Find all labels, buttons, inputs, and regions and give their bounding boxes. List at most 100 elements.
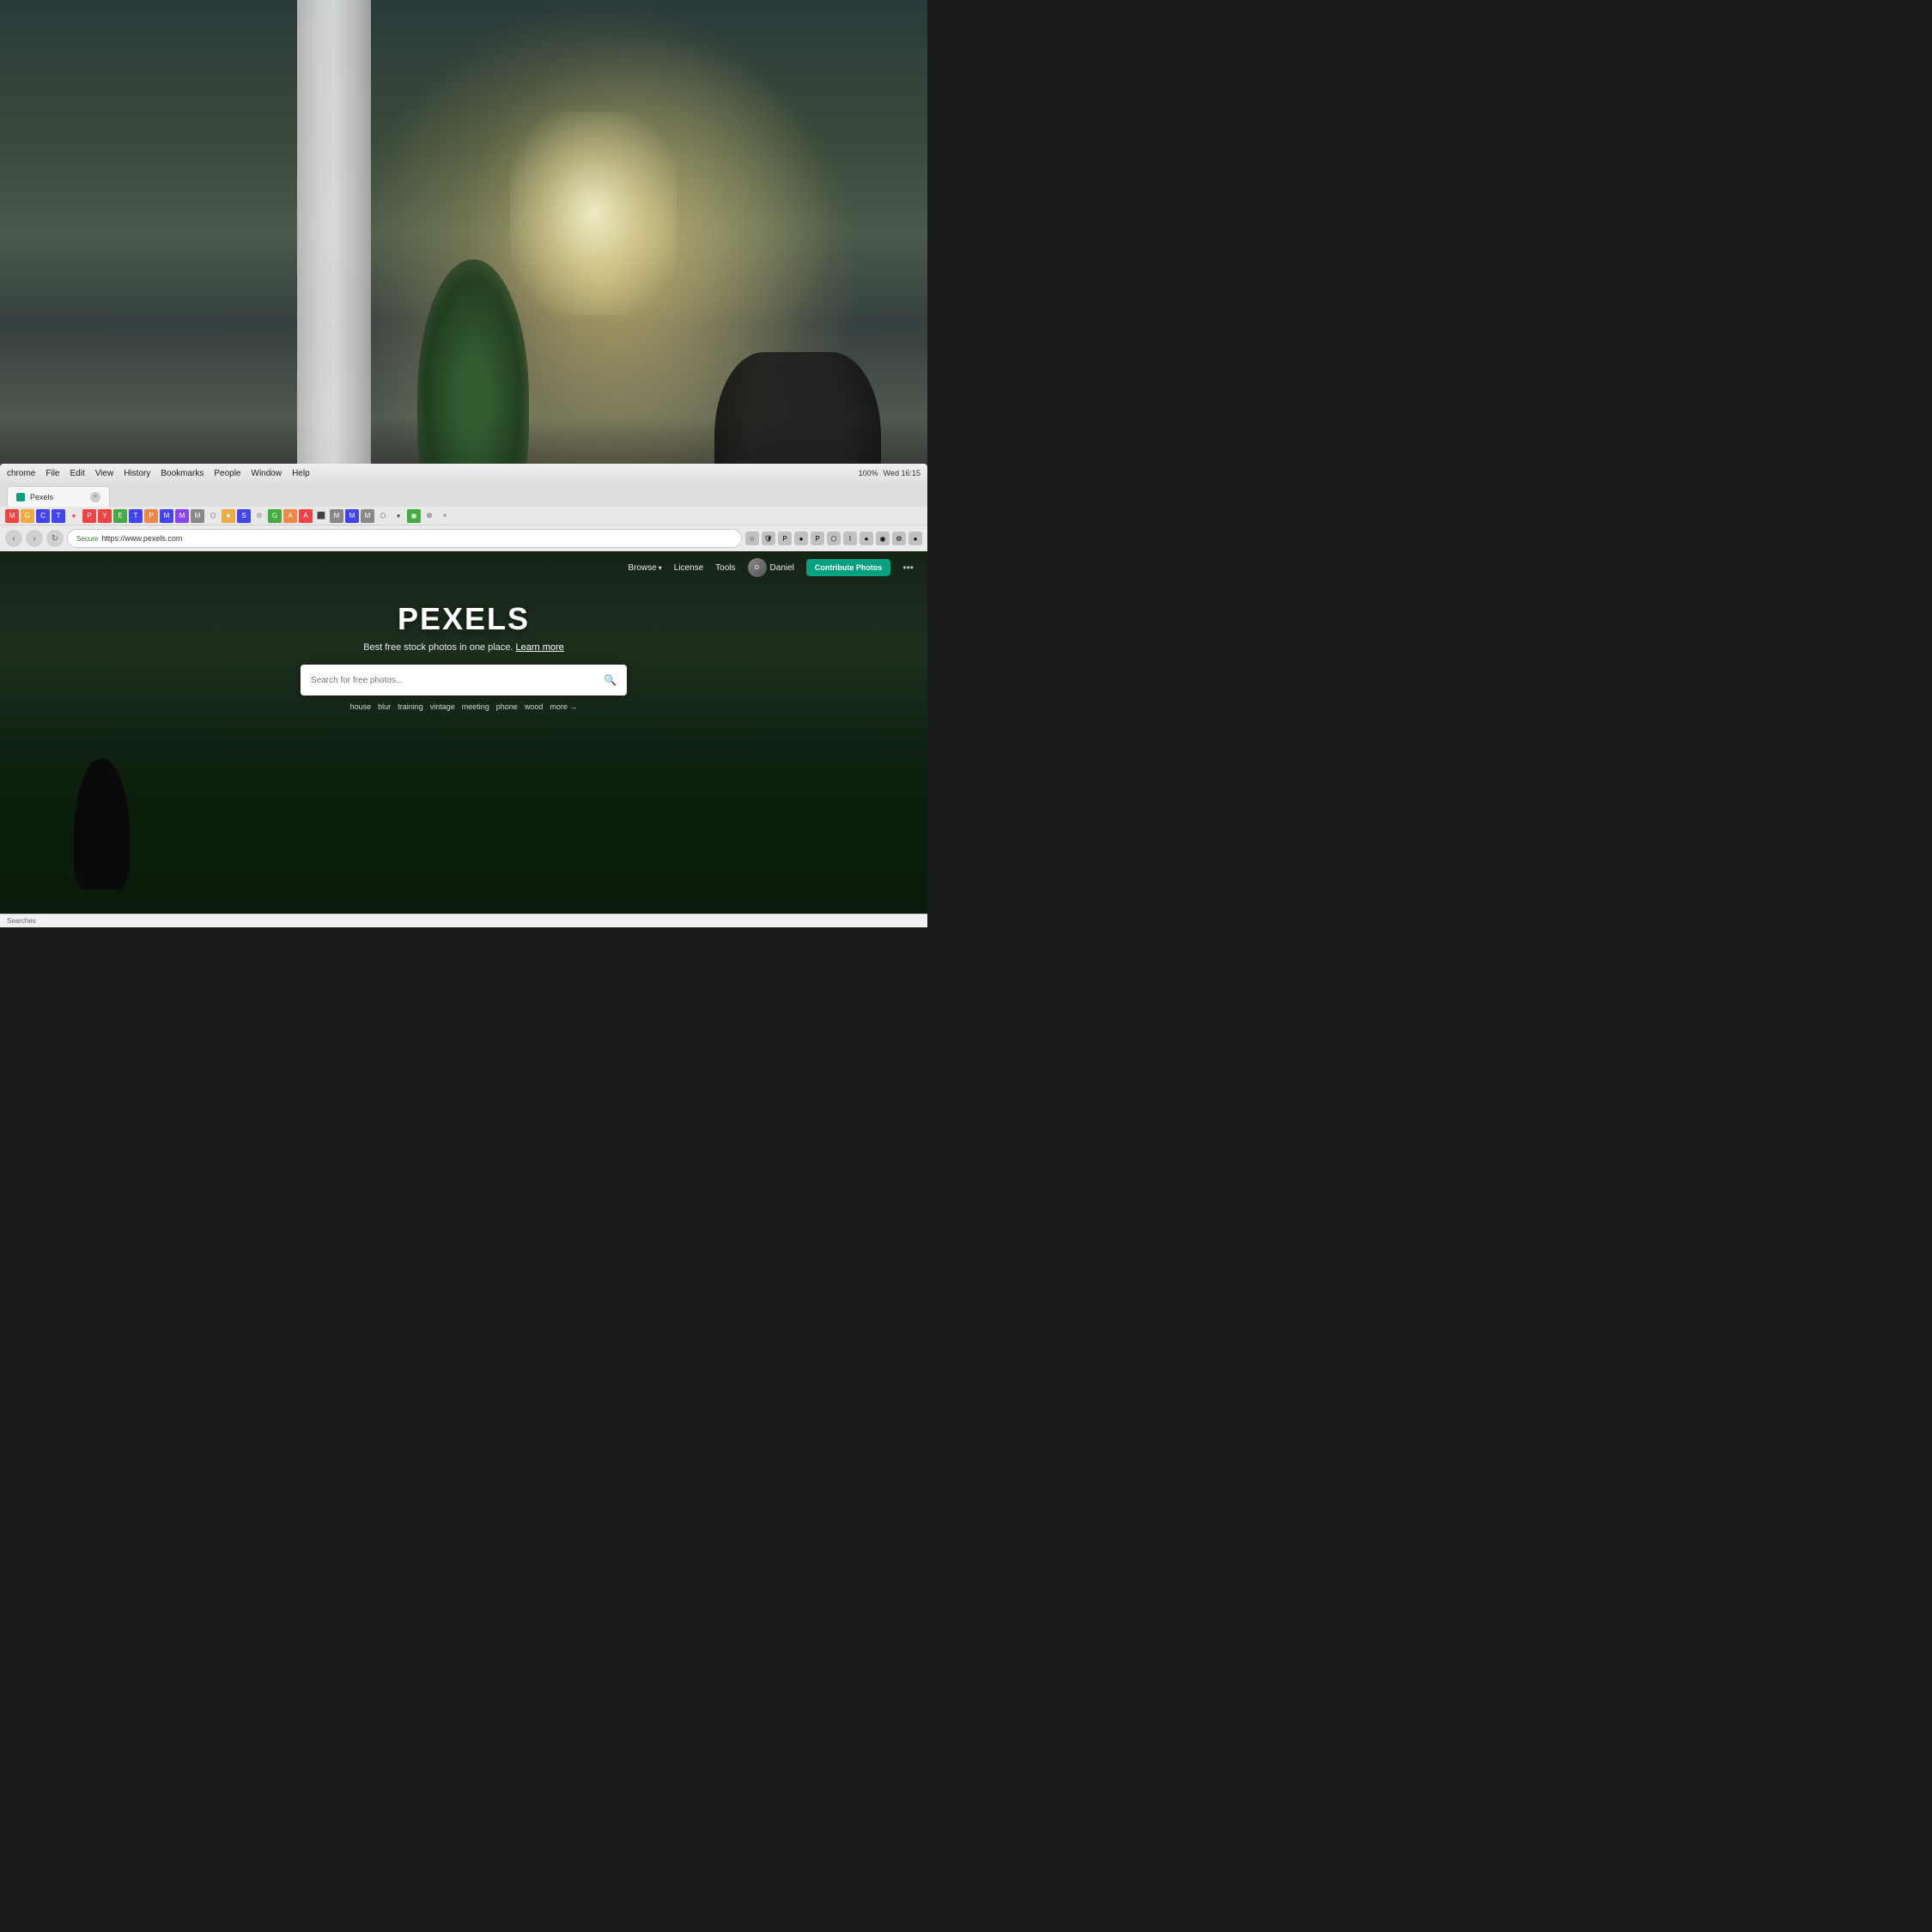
ext-bm-5[interactable]: ● xyxy=(860,532,873,545)
ext-icon-7[interactable]: Y xyxy=(98,509,112,523)
app-name-chrome: chrome xyxy=(7,469,35,478)
ext-icon-10[interactable]: P xyxy=(144,509,158,523)
search-tag-house[interactable]: house xyxy=(350,702,372,711)
address-bar-row: ‹ › ↻ Secure https://www.pexels.com ☆ 🛡 … xyxy=(0,526,927,551)
menu-window[interactable]: Window xyxy=(252,469,283,478)
status-text: Searches xyxy=(7,917,36,925)
ext-icon-11[interactable]: M xyxy=(160,509,173,523)
monitor-screen: chrome File Edit View History Bookmarks … xyxy=(0,464,927,927)
search-tag-training[interactable]: training xyxy=(398,702,423,711)
site-title: PEXELS xyxy=(398,601,530,637)
search-tags: house blur training vintage meeting phon… xyxy=(350,702,578,711)
ext-icon-24[interactable]: M xyxy=(361,509,374,523)
search-tag-more[interactable]: more → xyxy=(550,702,577,711)
ext-bm-2[interactable]: P xyxy=(811,532,824,545)
ext-icon-26[interactable]: ● xyxy=(392,509,405,523)
browser-tab-pexels[interactable]: Pexels × xyxy=(7,486,110,507)
secure-icon: Secure xyxy=(76,535,98,543)
tab-close-button[interactable]: × xyxy=(90,492,100,502)
extensions-toolbar: M G C T ● P Y E T P M M M ⬡ ★ S ⚙ G A A xyxy=(0,507,927,526)
learn-more-link[interactable]: Learn more xyxy=(516,642,564,653)
ext-bm-8[interactable]: ● xyxy=(908,532,922,545)
ext-icon-6[interactable]: P xyxy=(82,509,96,523)
ext-bm-4[interactable]: I xyxy=(843,532,857,545)
search-tag-vintage[interactable]: vintage xyxy=(430,702,455,711)
ext-icon-9[interactable]: T xyxy=(129,509,143,523)
ext-bm-3[interactable]: ⬡ xyxy=(827,532,841,545)
ext-icon-5[interactable]: ● xyxy=(67,509,81,523)
os-bar-right: 100% Wed 16:15 xyxy=(859,469,920,477)
ext-icon-16[interactable]: S xyxy=(237,509,251,523)
browser-tabs-bar: Pexels × xyxy=(0,483,927,507)
pocket-icon[interactable]: P xyxy=(778,532,792,545)
browse-chevron-icon: ▾ xyxy=(659,564,662,572)
ext-icon-25[interactable]: ⬡ xyxy=(376,509,390,523)
ext-bm-1[interactable]: ● xyxy=(794,532,808,545)
ext-icon-19[interactable]: A xyxy=(283,509,297,523)
site-nav: Browse ▾ License Tools D Daniel Contribu… xyxy=(0,551,927,584)
menu-history[interactable]: History xyxy=(124,469,150,478)
user-nav-item[interactable]: D Daniel xyxy=(748,558,794,577)
ext-icon-1[interactable]: M xyxy=(5,509,19,523)
forward-button[interactable]: › xyxy=(26,530,43,547)
menu-edit[interactable]: Edit xyxy=(70,469,84,478)
site-tagline: Best free stock photos in one place. Lea… xyxy=(363,642,564,653)
ext-icon-17[interactable]: ⚙ xyxy=(252,509,266,523)
ext-icon-13[interactable]: M xyxy=(191,509,204,523)
search-tag-wood[interactable]: wood xyxy=(525,702,544,711)
ext-icon-27[interactable]: ◉ xyxy=(407,509,421,523)
url-text: https://www.pexels.com xyxy=(101,534,182,543)
os-menu-left: chrome File Edit View History Bookmarks … xyxy=(7,469,310,478)
os-menu-bar: chrome File Edit View History Bookmarks … xyxy=(0,464,927,483)
menu-people[interactable]: People xyxy=(214,469,240,478)
nav-more-icon[interactable]: ••• xyxy=(902,562,914,574)
bookmark-icons: ☆ 🛡 P ● P ⬡ I ● ◉ ⚙ ● xyxy=(745,532,922,545)
battery-indicator: 100% xyxy=(859,469,878,477)
reload-button[interactable]: ↻ xyxy=(46,530,64,547)
tools-nav-item[interactable]: Tools xyxy=(715,563,735,573)
menu-file[interactable]: File xyxy=(46,469,59,478)
search-tag-meeting[interactable]: meeting xyxy=(462,702,489,711)
ext-icon-15[interactable]: ★ xyxy=(222,509,235,523)
back-button[interactable]: ‹ xyxy=(5,530,22,547)
user-name: Daniel xyxy=(770,563,794,573)
address-input[interactable]: Secure https://www.pexels.com xyxy=(67,529,742,548)
menu-bookmarks[interactable]: Bookmarks xyxy=(161,469,204,478)
ext-icon-28[interactable]: ⚙ xyxy=(422,509,436,523)
tab-favicon xyxy=(16,493,25,501)
search-input[interactable] xyxy=(311,676,597,685)
ext-icon-21[interactable]: ⬛ xyxy=(314,509,328,523)
window-light xyxy=(510,112,677,316)
tab-label: Pexels xyxy=(30,493,53,501)
browse-nav-item[interactable]: Browse ▾ xyxy=(628,563,661,573)
shield-icon[interactable]: 🛡 xyxy=(762,532,775,545)
search-icon: 🔍 xyxy=(604,674,617,686)
ext-icon-14[interactable]: ⬡ xyxy=(206,509,220,523)
search-bar[interactable]: 🔍 xyxy=(301,665,627,696)
ext-icon-29[interactable]: × xyxy=(438,509,452,523)
ext-icon-18[interactable]: G xyxy=(268,509,282,523)
search-tag-phone[interactable]: phone xyxy=(496,702,518,711)
ext-bm-6[interactable]: ◉ xyxy=(876,532,890,545)
license-nav-item[interactable]: License xyxy=(674,563,703,573)
contribute-photos-button[interactable]: Contribute Photos xyxy=(806,559,891,576)
ext-bm-7[interactable]: ⚙ xyxy=(892,532,906,545)
ext-icon-4[interactable]: T xyxy=(52,509,65,523)
star-icon[interactable]: ☆ xyxy=(745,532,759,545)
ext-icon-20[interactable]: A xyxy=(299,509,313,523)
monitor-frame: chrome File Edit View History Bookmarks … xyxy=(0,464,927,927)
ext-icon-12[interactable]: M xyxy=(175,509,189,523)
menu-help[interactable]: Help xyxy=(292,469,310,478)
ext-icon-2[interactable]: G xyxy=(21,509,34,523)
ext-icon-8[interactable]: E xyxy=(113,509,127,523)
search-tag-blur[interactable]: blur xyxy=(378,702,391,711)
website-content: Browse ▾ License Tools D Daniel Contribu… xyxy=(0,551,927,927)
browser-status-bar: Searches xyxy=(0,914,927,927)
nav-links: Browse ▾ License Tools D Daniel Contribu… xyxy=(628,558,914,577)
ext-icon-22[interactable]: M xyxy=(330,509,343,523)
ext-icon-23[interactable]: M xyxy=(345,509,359,523)
user-avatar: D xyxy=(748,558,767,577)
ext-icon-3[interactable]: C xyxy=(36,509,50,523)
menu-view[interactable]: View xyxy=(95,469,114,478)
hero-content: PEXELS Best free stock photos in one pla… xyxy=(0,584,927,711)
